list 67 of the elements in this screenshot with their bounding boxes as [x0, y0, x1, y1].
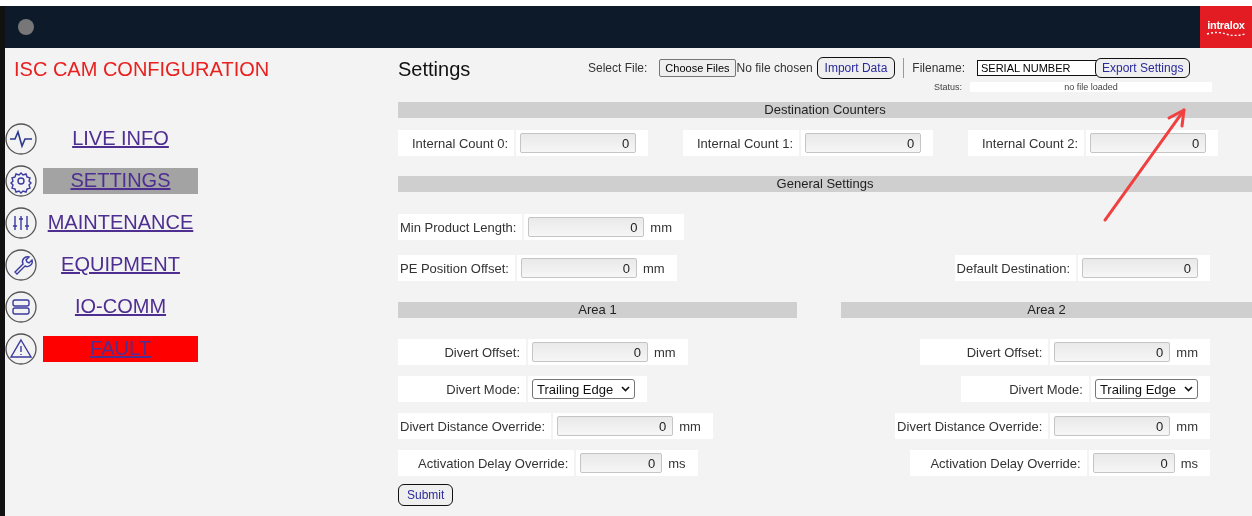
- nav-link[interactable]: SETTINGS: [43, 167, 198, 194]
- section-header: Area 2: [841, 302, 1252, 318]
- field-label: Internal Count 0:: [398, 130, 515, 156]
- choose-files-button[interactable]: Choose Files: [659, 59, 736, 77]
- nav-link[interactable]: MAINTENANCE: [43, 209, 198, 236]
- mode-select[interactable]: Trailing Edge: [532, 379, 636, 399]
- unit-label: mm: [642, 260, 665, 276]
- field-label: Internal Count 1:: [683, 130, 800, 156]
- status-label: Status:: [934, 82, 962, 92]
- status-value: no file loaded: [970, 82, 1212, 92]
- field-label: Divert Offset:: [398, 339, 526, 365]
- gear-icon[interactable]: [5, 164, 37, 197]
- logo: intralox: [1200, 6, 1252, 48]
- sliders-icon[interactable]: [5, 206, 37, 239]
- field-label: Divert Distance Override:: [398, 413, 552, 439]
- number-field[interactable]: 0: [532, 342, 648, 362]
- unit-label: ms: [668, 455, 686, 471]
- file-chosen-text: No file chosen: [736, 61, 813, 75]
- nav-link[interactable]: LIVE INFO: [43, 125, 198, 152]
- select-file-label: Select File:: [588, 61, 648, 75]
- field-label: Divert Mode:: [960, 376, 1089, 402]
- field-label: Default Destination:: [954, 255, 1076, 281]
- field-label: Activation Delay Override:: [398, 450, 575, 476]
- field-label: Min Product Length:: [398, 214, 523, 240]
- number-field[interactable]: 0: [520, 258, 637, 278]
- chevron-icon: [1184, 386, 1193, 392]
- field-label: PE Position Offset:: [398, 255, 515, 281]
- field-label: Divert Distance Override:: [895, 413, 1049, 439]
- unit-label: mm: [679, 418, 701, 434]
- number-field[interactable]: 0: [1054, 416, 1171, 436]
- number-field[interactable]: 0: [1054, 342, 1171, 362]
- field-label: Activation Delay Override:: [910, 450, 1087, 476]
- app-title: ISC CAM CONFIGURATION: [13, 57, 271, 82]
- status-dot: [18, 19, 34, 35]
- field-label: Divert Mode:: [398, 376, 526, 402]
- section-header: General Settings: [398, 176, 1252, 192]
- import-button[interactable]: Import Data: [816, 57, 896, 79]
- number-field[interactable]: 0: [528, 217, 645, 237]
- export-button[interactable]: Export Settings: [1095, 58, 1191, 78]
- nav-link[interactable]: IO-COMM: [43, 293, 198, 320]
- filename-label: Filename:: [912, 61, 965, 75]
- number-field[interactable]: 0: [1082, 258, 1198, 278]
- pulse-icon[interactable]: [5, 122, 37, 155]
- section-header: Destination Counters: [398, 102, 1252, 118]
- mode-select[interactable]: Trailing Edge: [1094, 379, 1198, 399]
- number-field[interactable]: 0: [557, 416, 674, 436]
- section-header: Area 1: [398, 302, 797, 318]
- unit-label: mm: [1176, 344, 1198, 360]
- wrench-icon[interactable]: [5, 248, 37, 281]
- unit-label: mm: [650, 219, 673, 235]
- unit-label: mm: [1176, 418, 1198, 434]
- nav-link[interactable]: EQUIPMENT: [43, 251, 198, 278]
- number-field[interactable]: 0: [1092, 453, 1175, 473]
- field-label: Divert Offset:: [920, 339, 1049, 365]
- filename-field[interactable]: SERIAL NUMBER: [977, 60, 1097, 76]
- number-field[interactable]: 0: [1090, 133, 1207, 153]
- unit-label: ms: [1180, 455, 1198, 471]
- unit-label: mm: [654, 344, 676, 360]
- page-title: Settings: [398, 57, 472, 81]
- field-label: Internal Count 2:: [968, 130, 1085, 156]
- warning-icon[interactable]: [5, 332, 37, 365]
- number-field[interactable]: 0: [520, 133, 637, 153]
- chevron-icon: [621, 386, 631, 392]
- number-field[interactable]: 0: [805, 133, 922, 153]
- number-field[interactable]: 0: [580, 453, 663, 473]
- submit-button[interactable]: Submit: [398, 484, 454, 506]
- server-icon[interactable]: [5, 290, 37, 323]
